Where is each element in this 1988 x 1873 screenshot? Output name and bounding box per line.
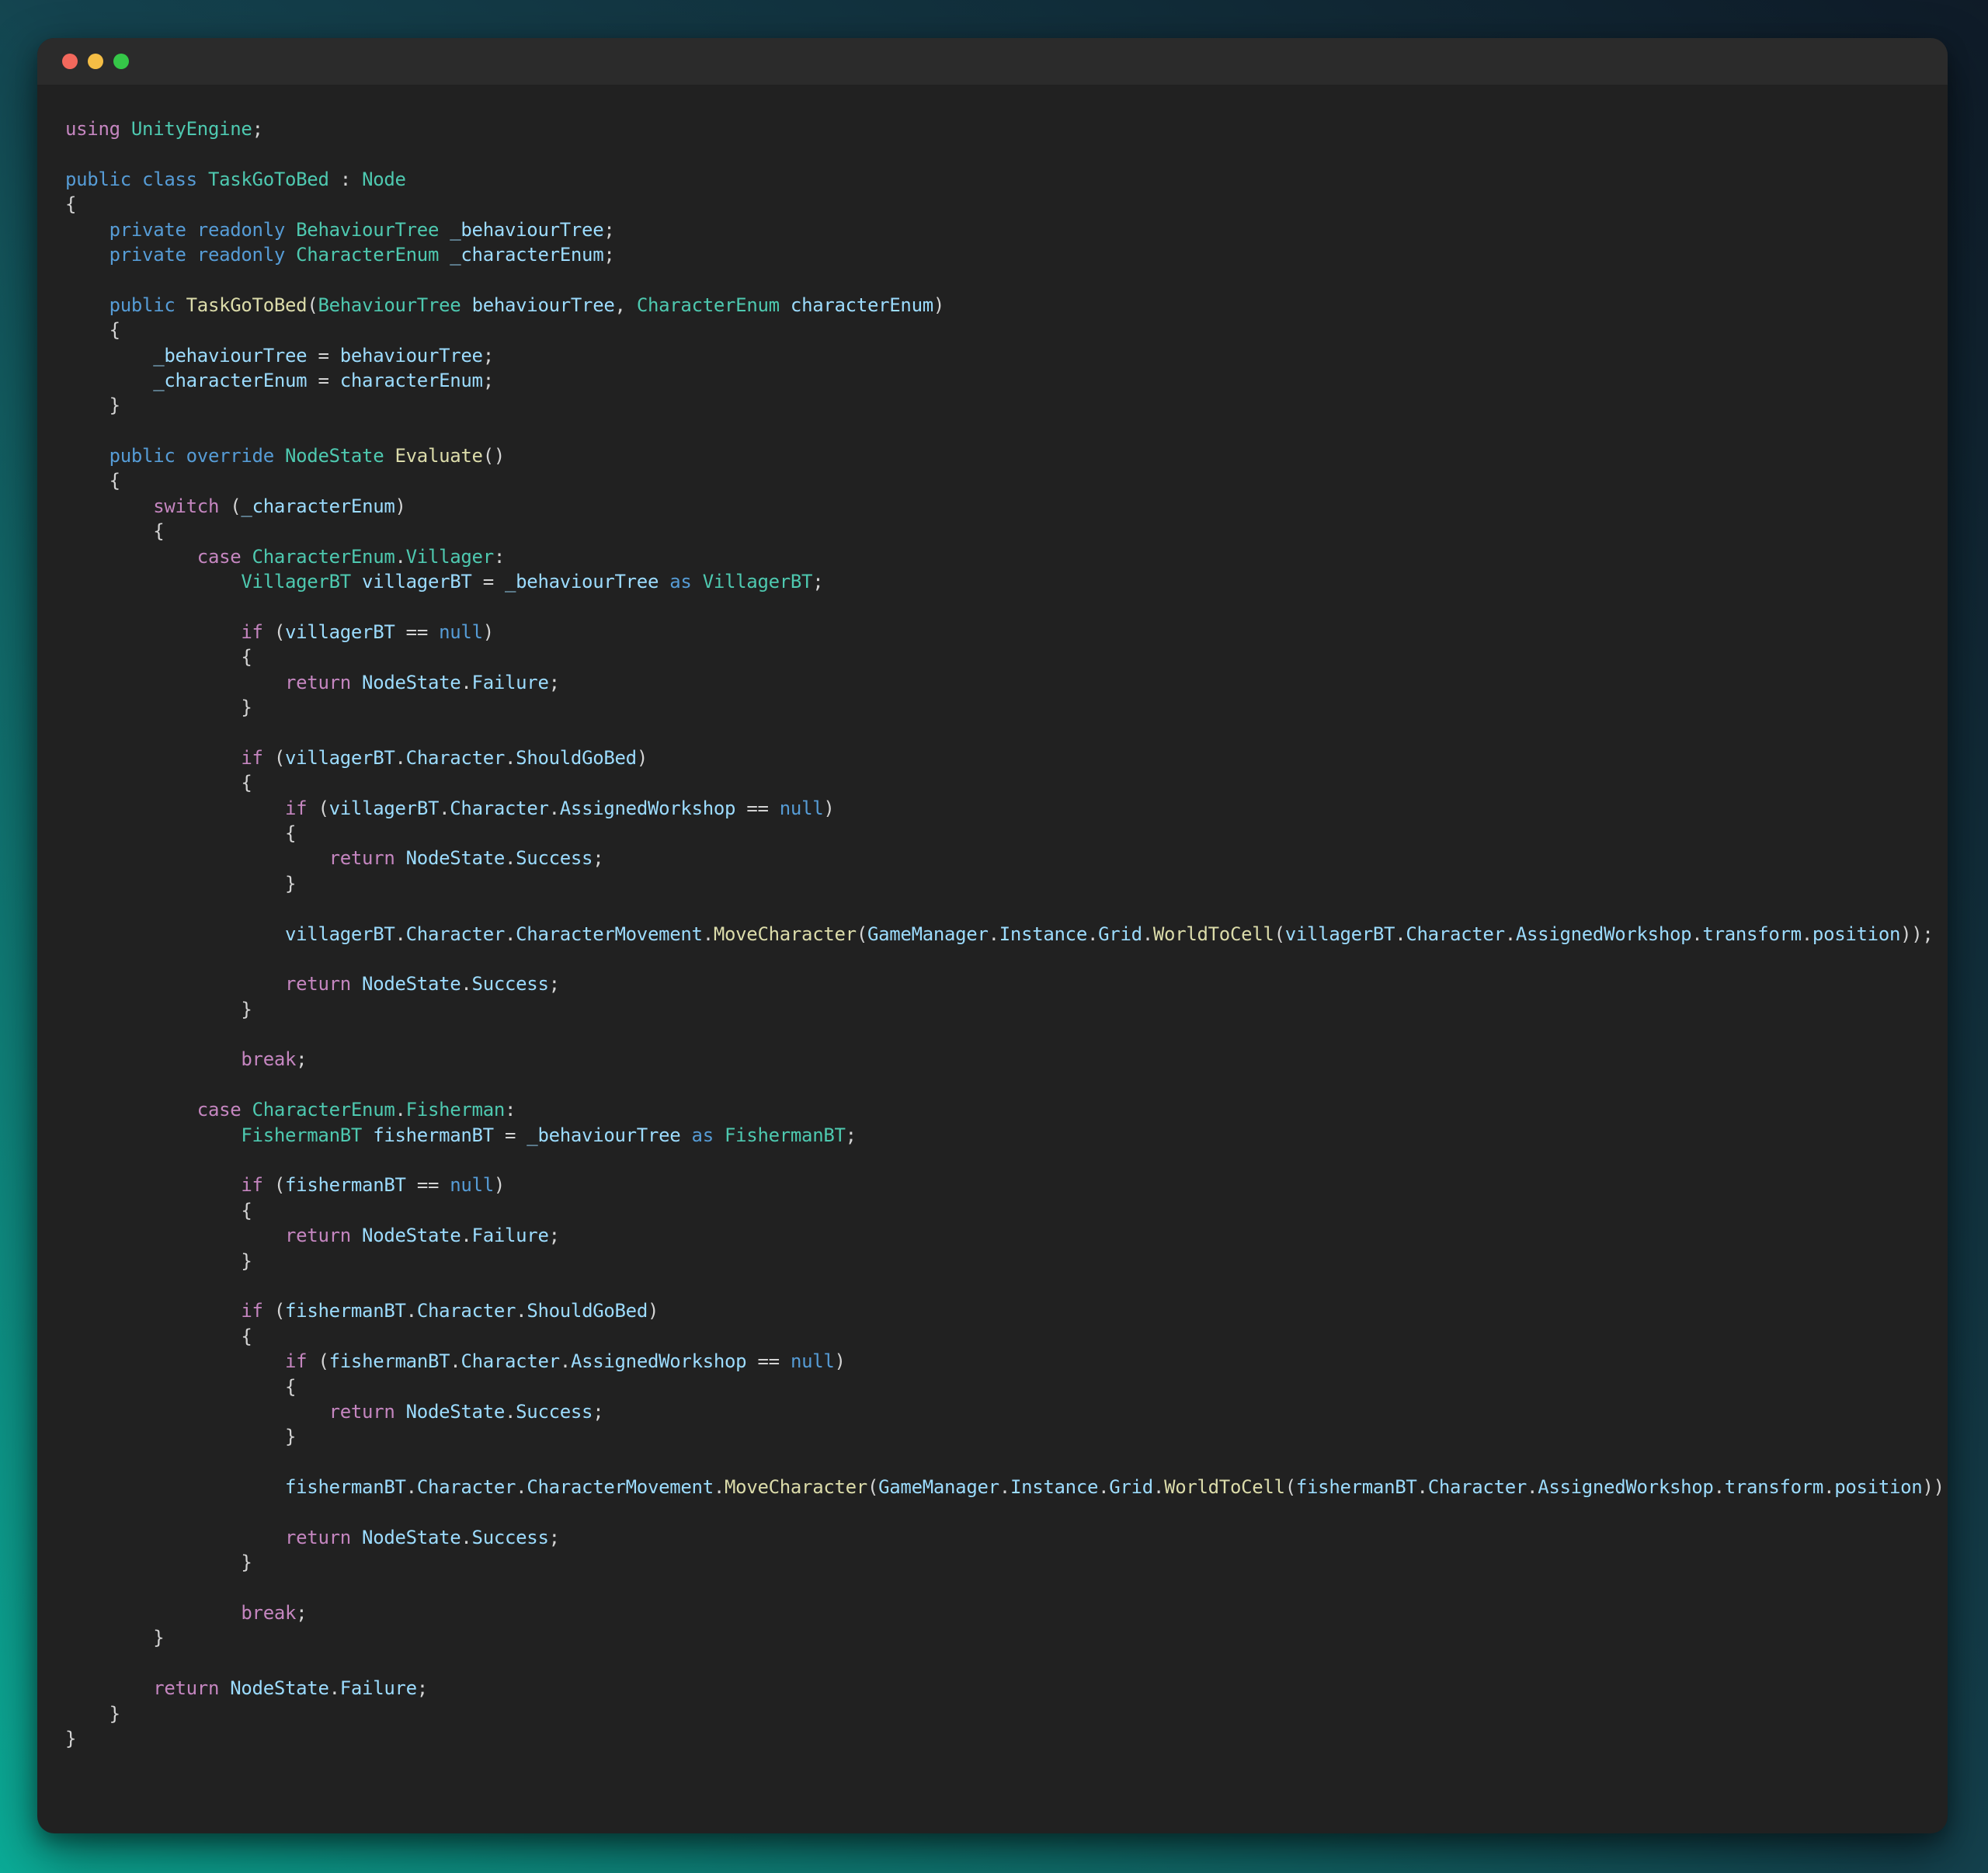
code-line: }: [65, 1701, 1920, 1726]
code-line: [65, 720, 1920, 745]
code-line: }: [65, 393, 1920, 418]
close-button[interactable]: [62, 54, 78, 69]
code-line: [65, 947, 1920, 971]
code-line: {: [65, 821, 1920, 846]
code-line: }: [65, 695, 1920, 720]
code-line: }: [65, 1625, 1920, 1650]
code-line: return NodeState.Success;: [65, 971, 1920, 996]
code-line: public override NodeState Evaluate(): [65, 443, 1920, 468]
code-line: private readonly BehaviourTree _behaviou…: [65, 217, 1920, 242]
code-line: {: [65, 468, 1920, 493]
code-line: [65, 1651, 1920, 1676]
code-line: return NodeState.Failure;: [65, 670, 1920, 695]
code-line: [65, 594, 1920, 619]
code-line: if (villagerBT.Character.ShouldGoBed): [65, 745, 1920, 770]
code-line: [65, 267, 1920, 292]
code-line: }: [65, 1550, 1920, 1575]
code-line: {: [65, 1198, 1920, 1223]
desktop-background: using UnityEngine; public class TaskGoToB…: [0, 0, 1988, 1873]
code-line: _behaviourTree = behaviourTree;: [65, 343, 1920, 368]
code-line: fishermanBT.Character.CharacterMovement.…: [65, 1475, 1920, 1499]
code-line: private readonly CharacterEnum _characte…: [65, 242, 1920, 267]
code-line: using UnityEngine;: [65, 116, 1920, 141]
code-line: [65, 1576, 1920, 1600]
code-line: return NodeState.Failure;: [65, 1223, 1920, 1248]
code-line: [65, 1274, 1920, 1298]
code-line: case CharacterEnum.Villager:: [65, 544, 1920, 569]
code-line: if (fishermanBT.Character.ShouldGoBed): [65, 1298, 1920, 1323]
code-line: break;: [65, 1047, 1920, 1072]
code-line: [65, 1450, 1920, 1475]
code-line: if (fishermanBT == null): [65, 1173, 1920, 1197]
code-line: public TaskGoToBed(BehaviourTree behavio…: [65, 293, 1920, 318]
code-line: }: [65, 1249, 1920, 1274]
code-line: [65, 419, 1920, 443]
code-line: if (villagerBT == null): [65, 620, 1920, 645]
code-line: {: [65, 1324, 1920, 1349]
code-line: }: [65, 871, 1920, 896]
code-line: if (villagerBT.Character.AssignedWorksho…: [65, 796, 1920, 821]
code-line: _characterEnum = characterEnum;: [65, 368, 1920, 393]
code-content: using UnityEngine; public class TaskGoToB…: [65, 116, 1920, 1751]
maximize-button[interactable]: [113, 54, 129, 69]
code-line: return NodeState.Failure;: [65, 1676, 1920, 1701]
code-line: }: [65, 997, 1920, 1022]
code-line: [65, 896, 1920, 921]
code-line: {: [65, 770, 1920, 795]
code-line: {: [65, 1374, 1920, 1399]
code-line: [65, 1148, 1920, 1173]
code-line: {: [65, 192, 1920, 217]
code-line: FishermanBT fishermanBT = _behaviourTree…: [65, 1123, 1920, 1148]
code-line: [65, 1499, 1920, 1524]
code-line: if (fishermanBT.Character.AssignedWorksh…: [65, 1349, 1920, 1374]
window-titlebar[interactable]: [37, 38, 1948, 85]
minimize-button[interactable]: [88, 54, 103, 69]
code-line: return NodeState.Success;: [65, 1399, 1920, 1424]
code-line: [65, 1022, 1920, 1047]
code-line: {: [65, 318, 1920, 342]
code-line: break;: [65, 1600, 1920, 1625]
code-line: {: [65, 519, 1920, 544]
code-line: return NodeState.Success;: [65, 846, 1920, 870]
code-line: }: [65, 1424, 1920, 1449]
code-line: public class TaskGoToBed : Node: [65, 167, 1920, 192]
code-line: villagerBT.Character.CharacterMovement.M…: [65, 922, 1920, 947]
traffic-lights: [62, 54, 129, 69]
code-line: VillagerBT villagerBT = _behaviourTree a…: [65, 569, 1920, 594]
code-editor: using UnityEngine; public class TaskGoToB…: [37, 85, 1948, 1751]
code-line: {: [65, 645, 1920, 669]
code-window: using UnityEngine; public class TaskGoToB…: [37, 38, 1948, 1833]
code-line: return NodeState.Success;: [65, 1525, 1920, 1550]
code-line: [65, 141, 1920, 166]
code-line: }: [65, 1726, 1920, 1751]
code-line: case CharacterEnum.Fisherman:: [65, 1097, 1920, 1122]
code-line: [65, 1072, 1920, 1097]
code-line: switch (_characterEnum): [65, 494, 1920, 519]
